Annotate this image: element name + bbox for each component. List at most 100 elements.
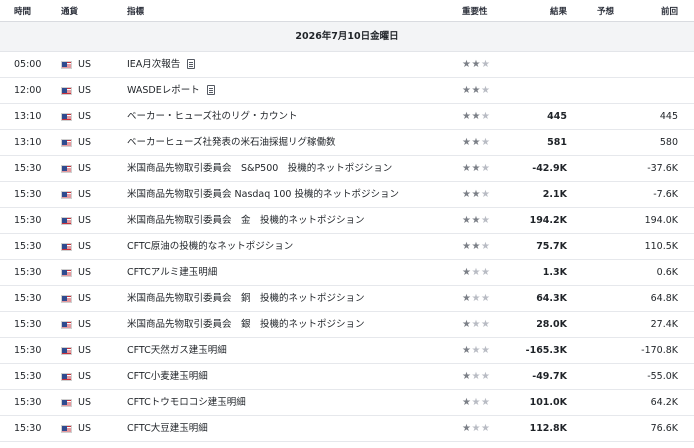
event-name[interactable]: ベーカー・ヒューズ社のリグ・カウント — [127, 111, 298, 122]
importance-stars: ★★★ — [462, 52, 490, 78]
event-name[interactable]: CFTC大豆建玉明細 — [127, 423, 208, 434]
event-name[interactable]: 米国商品先物取引委員会 銅 投機的ネットポジション — [127, 293, 365, 304]
event-name[interactable]: CFTCアルミ建玉明細 — [127, 267, 217, 278]
event-previous: 76.6K — [650, 423, 678, 434]
importance-stars: ★★★ — [462, 78, 490, 104]
table-row[interactable]: 15:30 US CFTC大豆建玉明細 ★★★ 112.8K 76.6K — [0, 416, 694, 442]
event-time: 15:30 — [14, 371, 42, 382]
us-flag-icon — [61, 165, 72, 173]
importance-stars: ★★★ — [462, 364, 490, 390]
table-row[interactable]: 15:30 US CFTCアルミ建玉明細 ★★★ 1.3K 0.6K — [0, 260, 694, 286]
table-row[interactable]: 15:30 US 米国商品先物取引委員会 銅 投機的ネットポジション ★★★ 64.3K… — [0, 286, 694, 312]
importance-star-icon: ★ — [471, 189, 481, 200]
importance-stars: ★★★ — [462, 260, 490, 286]
us-flag-icon — [61, 191, 72, 199]
event-name[interactable]: CFTCトウモロコシ建玉明細 — [127, 397, 246, 408]
table-row[interactable]: 15:30 US 米国商品先物取引委員会 金 投機的ネットポジション ★★★ 194.2… — [0, 208, 694, 234]
event-name[interactable]: ベーカーヒューズ社発表の米石油採掘リグ稼働数 — [127, 137, 336, 148]
event-name-cell[interactable]: CFTC小麦建玉明細 — [127, 364, 208, 390]
event-name-cell[interactable]: IEA月次報告 — [127, 52, 196, 78]
importance-star-icon: ★ — [480, 111, 491, 122]
us-flag-icon — [61, 295, 72, 303]
event-name-cell[interactable]: 米国商品先物取引委員会 銅 投機的ネットポジション — [127, 286, 365, 312]
event-actual: 445 — [547, 111, 567, 122]
event-name[interactable]: WASDEレポート — [127, 85, 200, 96]
event-currency: US — [78, 59, 91, 70]
event-name-cell[interactable]: CFTC天然ガス建玉明細 — [127, 338, 227, 364]
event-name[interactable]: CFTC原油の投機的なネットポジション — [127, 241, 293, 252]
importance-stars: ★★★ — [462, 338, 490, 364]
table-row[interactable]: 13:10 US ベーカー・ヒューズ社のリグ・カウント ★★★ 445 445 — [0, 104, 694, 130]
importance-star-icon: ★ — [480, 137, 491, 148]
event-name[interactable]: IEA月次報告 — [127, 59, 180, 70]
us-flag-icon — [61, 243, 72, 251]
event-name-cell[interactable]: WASDEレポート — [127, 78, 215, 104]
event-actual: 2.1K — [542, 189, 567, 200]
event-name-cell[interactable]: 米国商品先物取引委員会 金 投機的ネットポジション — [127, 208, 365, 234]
importance-star-icon: ★ — [471, 241, 481, 252]
event-name-cell[interactable]: ベーカー・ヒューズ社のリグ・カウント — [127, 104, 298, 130]
event-name-cell[interactable]: 米国商品先物取引委員会 銀 投機的ネットポジション — [127, 312, 365, 338]
event-name[interactable]: 米国商品先物取引委員会 金 投機的ネットポジション — [127, 215, 365, 226]
event-name[interactable]: CFTC天然ガス建玉明細 — [127, 345, 227, 356]
table-row[interactable]: 15:30 US 米国商品先物取引委員会 S&P500 投機的ネットポジション ★★★… — [0, 156, 694, 182]
event-name-cell[interactable]: CFTC大豆建玉明細 — [127, 416, 208, 442]
economic-calendar-table: 時間 通貨 指標 重要性 結果 予想 前回 2026年7月10日金曜日 05:0… — [0, 0, 694, 442]
table-row[interactable]: 13:10 US ベーカーヒューズ社発表の米石油採掘リグ稼働数 ★★★ 581 580 — [0, 130, 694, 156]
event-currency: US — [78, 267, 91, 278]
event-name-cell[interactable]: CFTCトウモロコシ建玉明細 — [127, 390, 246, 416]
importance-star-icon: ★ — [471, 293, 481, 304]
event-name-cell[interactable]: CFTCアルミ建玉明細 — [127, 260, 217, 286]
event-name[interactable]: 米国商品先物取引委員会 S&P500 投機的ネットポジション — [127, 163, 392, 174]
event-time: 15:30 — [14, 397, 42, 408]
event-previous: 64.2K — [650, 397, 678, 408]
event-actual: 75.7K — [536, 241, 567, 252]
event-currency: US — [78, 189, 91, 200]
event-name-cell[interactable]: ベーカーヒューズ社発表の米石油採掘リグ稼働数 — [127, 130, 336, 156]
table-row[interactable]: 15:30 US CFTC原油の投機的なネットポジション ★★★ 75.7K 110.5K — [0, 234, 694, 260]
importance-star-icon: ★ — [471, 59, 481, 70]
event-name-cell[interactable]: CFTC原油の投機的なネットポジション — [127, 234, 293, 260]
importance-star-icon: ★ — [471, 345, 481, 356]
importance-stars: ★★★ — [462, 416, 490, 442]
table-row[interactable]: 15:30 US CFTC小麦建玉明細 ★★★ -49.7K -55.0K — [0, 364, 694, 390]
importance-star-icon: ★ — [480, 423, 491, 434]
importance-star-icon: ★ — [480, 267, 491, 278]
us-flag-icon — [61, 87, 72, 95]
event-actual: 194.2K — [529, 215, 567, 226]
importance-star-icon: ★ — [471, 163, 481, 174]
table-row[interactable]: 15:30 US 米国商品先物取引委員会 銀 投機的ネットポジション ★★★ 28.0K… — [0, 312, 694, 338]
importance-star-icon: ★ — [471, 319, 481, 330]
event-currency: US — [78, 215, 91, 226]
table-header: 時間 通貨 指標 重要性 結果 予想 前回 — [0, 0, 694, 22]
event-currency: US — [78, 163, 91, 174]
event-name-cell[interactable]: 米国商品先物取引委員会 S&P500 投機的ネットポジション — [127, 156, 392, 182]
table-row[interactable]: 15:30 US CFTCトウモロコシ建玉明細 ★★★ 101.0K 64.2K — [0, 390, 694, 416]
us-flag-icon — [61, 61, 72, 69]
importance-star-icon: ★ — [480, 345, 491, 356]
event-actual: -165.3K — [525, 345, 567, 356]
event-time: 15:30 — [14, 189, 42, 200]
event-rows: 05:00 US IEA月次報告 ★★★ 12:00 US WASDEレポート ★★★ 13:1… — [0, 52, 694, 442]
document-icon[interactable] — [206, 85, 215, 95]
event-name[interactable]: 米国商品先物取引委員会 Nasdaq 100 投機的ネットポジション — [127, 189, 399, 200]
importance-star-icon: ★ — [471, 137, 481, 148]
importance-stars: ★★★ — [462, 208, 490, 234]
table-row[interactable]: 15:30 US 米国商品先物取引委員会 Nasdaq 100 投機的ネットポジショ… — [0, 182, 694, 208]
importance-star-icon: ★ — [471, 397, 481, 408]
event-name[interactable]: 米国商品先物取引委員会 銀 投機的ネットポジション — [127, 319, 365, 330]
importance-stars: ★★★ — [462, 390, 490, 416]
table-row[interactable]: 15:30 US CFTC天然ガス建玉明細 ★★★ -165.3K -170.8K — [0, 338, 694, 364]
event-name-cell[interactable]: 米国商品先物取引委員会 Nasdaq 100 投機的ネットポジション — [127, 182, 399, 208]
document-icon[interactable] — [187, 59, 196, 69]
event-name[interactable]: CFTC小麦建玉明細 — [127, 371, 208, 382]
us-flag-icon — [61, 139, 72, 147]
event-currency: US — [78, 85, 91, 96]
importance-star-icon: ★ — [480, 371, 491, 382]
table-row[interactable]: 12:00 US WASDEレポート ★★★ — [0, 78, 694, 104]
event-currency: US — [78, 293, 91, 304]
table-row[interactable]: 05:00 US IEA月次報告 ★★★ — [0, 52, 694, 78]
importance-star-icon: ★ — [480, 215, 491, 226]
us-flag-icon — [61, 399, 72, 407]
event-time: 15:30 — [14, 215, 42, 226]
